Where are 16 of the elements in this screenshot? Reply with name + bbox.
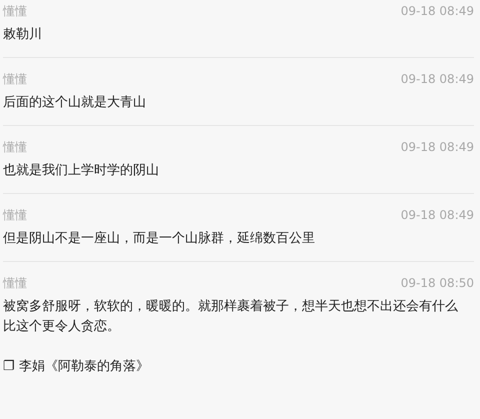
message-time: 09-18 08:49 <box>400 140 474 154</box>
message-text: 也就是我们上学时学的阴山 <box>3 162 160 180</box>
message-text: ❐ 李娟《阿勒泰的角落》 <box>3 358 150 376</box>
sender-name: 懂懂 <box>3 70 27 88</box>
message-time: 09-18 08:49 <box>400 4 474 18</box>
message-time: 09-18 08:50 <box>400 276 474 290</box>
sender-name: 懂懂 <box>3 274 27 292</box>
message-text: 被窝多舒服呀，软软的，暖暖的。就那样裹着被子，想半天也想不出还会有什么比这个更令人贪恋。 <box>3 298 459 336</box>
message-time: 09-18 08:49 <box>400 208 474 222</box>
message-text: 后面的这个山就是大青山 <box>3 94 147 112</box>
message-text: 但是阴山不是一座山，而是一个山脉群，延绵数百公里 <box>3 230 316 248</box>
sender-name: 懂懂 <box>3 138 27 156</box>
message-text: 敕勒川 <box>3 26 43 44</box>
sender-name: 懂懂 <box>3 206 27 224</box>
sender-name: 懂懂 <box>3 2 27 20</box>
message-time: 09-18 08:49 <box>400 72 474 86</box>
